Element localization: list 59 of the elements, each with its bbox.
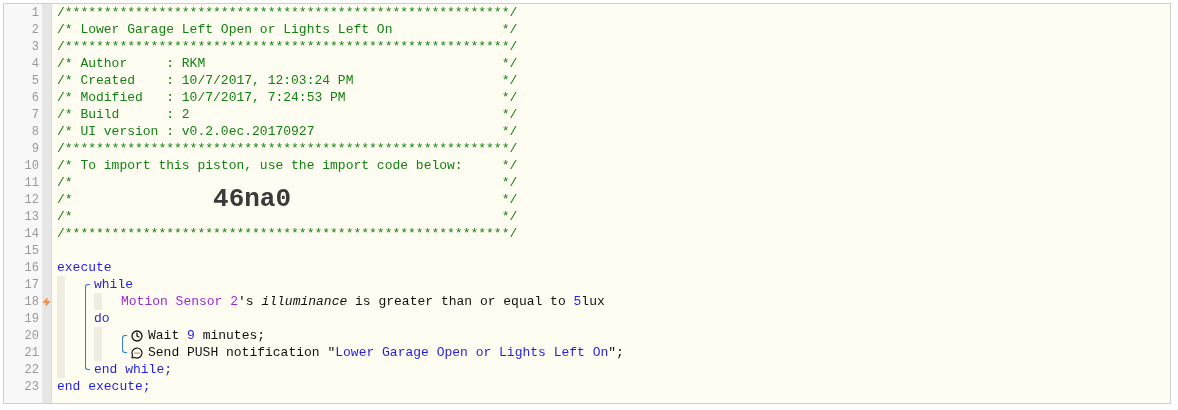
code-line: do bbox=[94, 310, 111, 327]
comment-line: /* UI version : v0.2.0ec.20170927 bbox=[57, 123, 315, 140]
line-number: 8 bbox=[30, 124, 40, 139]
code-line: while bbox=[94, 276, 134, 293]
comment-line: /*********************************************************/ bbox=[57, 4, 518, 21]
comment-line: /* Modified : 10/7/2017, 7:24:53 PM bbox=[57, 89, 346, 106]
line-number: 20 bbox=[23, 328, 40, 343]
line-number: 2 bbox=[30, 22, 40, 37]
line-number: 3 bbox=[30, 39, 40, 54]
line-number: 13 bbox=[23, 209, 40, 224]
line-number: 7 bbox=[30, 107, 40, 122]
comment-marker: */ bbox=[501, 191, 518, 208]
code-line: Send PUSH notification "Lower Garage Open or Lights Left On"; bbox=[131, 344, 624, 361]
line-number: 17 bbox=[23, 277, 40, 292]
comment-marker: */ bbox=[501, 208, 518, 225]
line-number: 14 bbox=[23, 226, 40, 241]
speech-bubble-icon bbox=[131, 346, 143, 359]
line-number: 12 bbox=[23, 192, 40, 207]
comment-line: /*********************************************************/ bbox=[57, 225, 518, 242]
comment-line: /* bbox=[57, 208, 73, 225]
comment-marker: */ bbox=[501, 174, 518, 191]
comment-marker: */ bbox=[501, 106, 518, 123]
line-number: 5 bbox=[30, 73, 40, 88]
line-number: 22 bbox=[23, 362, 40, 377]
comment-marker: */ bbox=[501, 55, 518, 72]
comment-line: /* Created : 10/7/2017, 12:03:24 PM bbox=[57, 72, 354, 89]
line-number: 21 bbox=[23, 345, 40, 360]
line-number: 11 bbox=[23, 175, 40, 190]
comment-marker: */ bbox=[501, 72, 518, 89]
import-code: 46na0 bbox=[213, 191, 292, 208]
code-line: end while; bbox=[94, 361, 173, 378]
line-number: 10 bbox=[23, 158, 40, 173]
comment-line: /* Build : 2 bbox=[57, 106, 190, 123]
line-number: 23 bbox=[23, 379, 40, 394]
line-number: 15 bbox=[23, 243, 40, 258]
line-number: 18 bbox=[23, 294, 40, 309]
comment-line: /* To import this piston, use the import code below: bbox=[57, 157, 463, 174]
line-number: 16 bbox=[23, 260, 40, 275]
line-number: 6 bbox=[30, 90, 40, 105]
comment-marker: /* bbox=[57, 191, 73, 208]
line-number: 1 bbox=[30, 5, 40, 20]
comment-marker: */ bbox=[501, 157, 518, 174]
comment-marker: */ bbox=[501, 89, 518, 106]
comment-line: /*********************************************************/ bbox=[57, 38, 518, 55]
code-line: Wait 9 minutes; bbox=[131, 327, 624, 344]
comment-line: /* Lower Garage Left Open or Lights Left On bbox=[57, 21, 393, 38]
comment-marker: */ bbox=[501, 21, 518, 38]
line-number: 19 bbox=[23, 311, 40, 326]
clock-icon bbox=[131, 329, 143, 342]
block-bracket bbox=[122, 335, 127, 353]
comment-line: /*********************************************************/ bbox=[57, 140, 518, 157]
code-line: end execute; bbox=[57, 378, 152, 395]
line-number: 9 bbox=[30, 141, 40, 156]
comment-line: /* bbox=[57, 174, 73, 191]
line-number: 4 bbox=[30, 56, 40, 71]
comment-marker: */ bbox=[501, 123, 518, 140]
comment-line: /* Author : RKM bbox=[57, 55, 206, 72]
code-line: execute bbox=[57, 259, 113, 276]
code-line: Motion Sensor 2's illuminance is greater than or equal to 5lux bbox=[121, 293, 605, 310]
